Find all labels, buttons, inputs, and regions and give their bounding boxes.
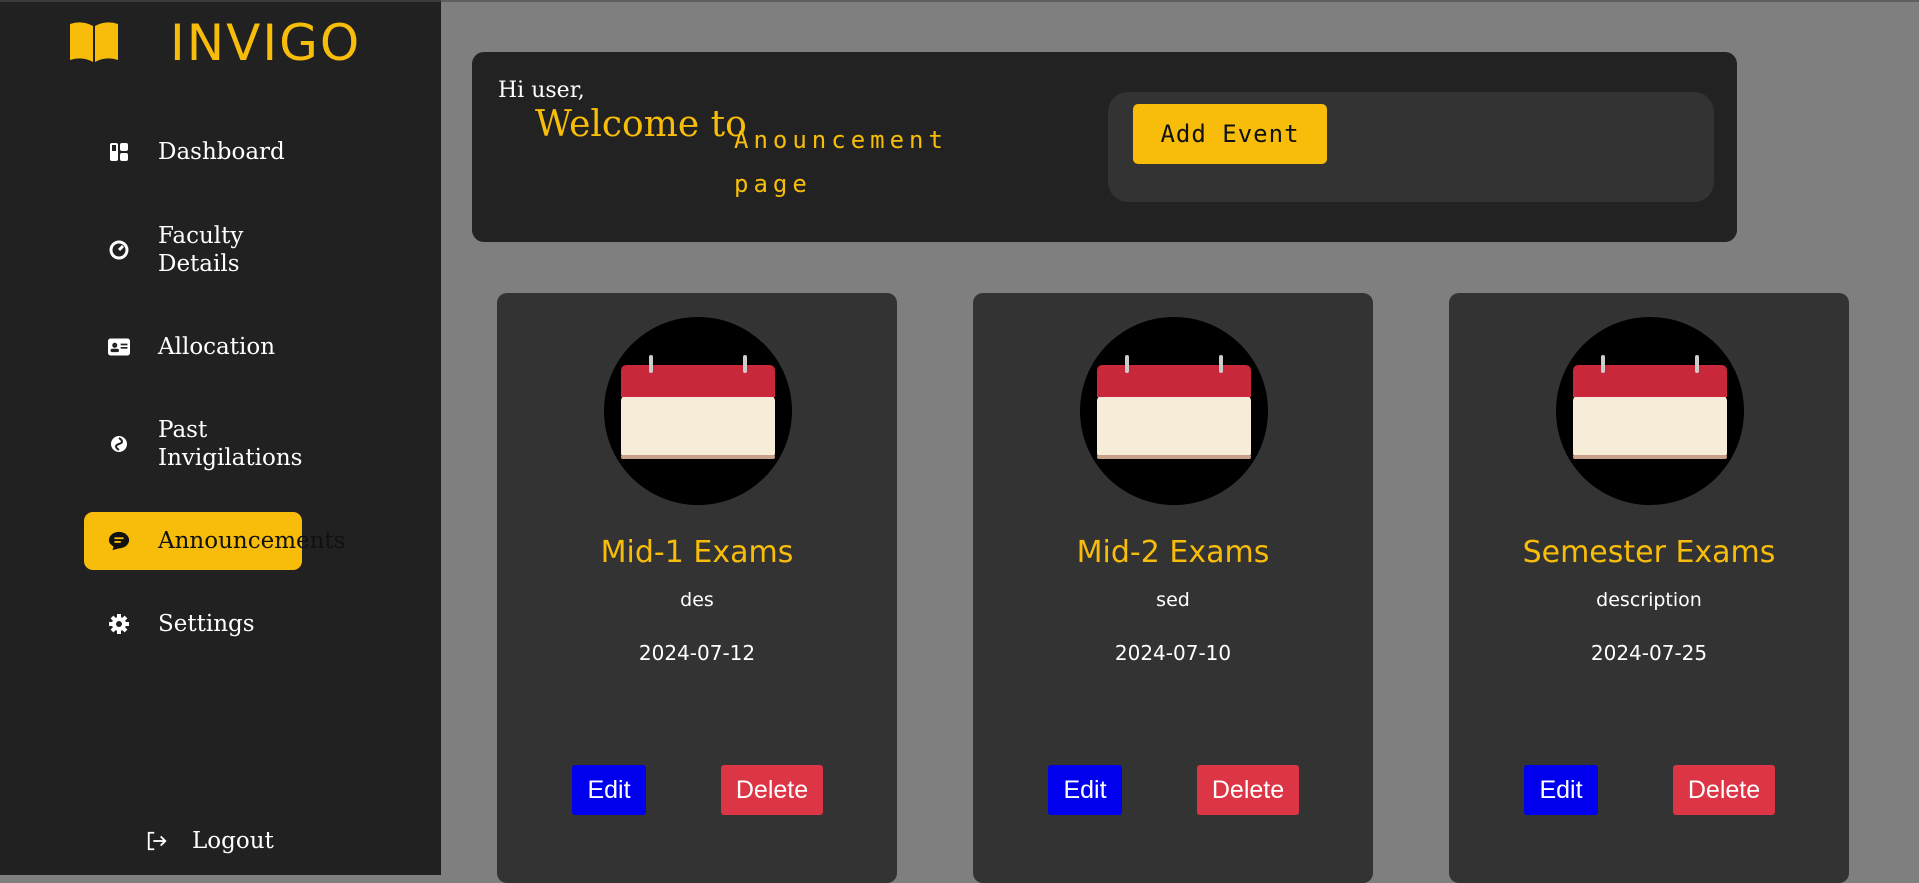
brand: INVIGO — [68, 12, 359, 72]
swirl-icon — [108, 433, 130, 455]
edit-button[interactable]: Edit — [1524, 765, 1598, 815]
event-title: Semester Exams — [1522, 535, 1776, 570]
event-date: 2024-07-10 — [1114, 641, 1232, 665]
greeting: Hi user, — [498, 78, 585, 103]
sidebar-item-label: Faculty Details — [158, 223, 244, 277]
sidebar-item-label: Announcements — [158, 528, 346, 554]
sidebar-item-label: Past Invigilations — [158, 417, 303, 471]
page-title: Anouncement page — [734, 126, 948, 198]
id-card-icon — [108, 336, 130, 358]
sidebar: INVIGO Dashboard Faculty Details Allocat… — [0, 0, 441, 875]
edit-button[interactable]: Edit — [572, 765, 646, 815]
delete-button[interactable]: Delete — [1673, 765, 1775, 815]
event-card: Semester Exams description 2024-07-25 Ed… — [1449, 293, 1849, 883]
add-event-button[interactable]: Add Event — [1133, 104, 1327, 164]
calendar-avatar — [1556, 317, 1744, 505]
sidebar-item-label: Settings — [158, 611, 255, 637]
dashboard-icon — [108, 141, 130, 163]
sidebar-item-label: Dashboard — [158, 139, 285, 165]
welcome-text: Welcome to — [535, 104, 747, 145]
event-title: Mid-2 Exams — [1076, 535, 1270, 570]
calendar-avatar — [1080, 317, 1268, 505]
calendar-avatar — [604, 317, 792, 505]
logout-label: Logout — [192, 828, 274, 854]
event-title: Mid-1 Exams — [600, 535, 794, 570]
calendar-icon — [1573, 355, 1727, 459]
event-description: description — [1596, 589, 1702, 611]
event-panel: Add Event — [1108, 92, 1714, 202]
sidebar-item-faculty-details[interactable]: Faculty Details — [84, 221, 302, 279]
app-name: INVIGO — [170, 14, 362, 72]
sidebar-item-announcements[interactable]: Announcements — [84, 512, 345, 570]
sidebar-item-allocation[interactable]: Allocation — [84, 318, 302, 376]
event-card: Mid-2 Exams sed 2024-07-10 Edit Delete — [973, 293, 1373, 883]
main-content: Hi user, Welcome to Anouncement page Add… — [441, 0, 1919, 883]
welcome-header: Hi user, Welcome to Anouncement page Add… — [472, 52, 1737, 242]
event-description: sed — [1156, 589, 1190, 611]
delete-button[interactable]: Delete — [1197, 765, 1299, 815]
sidebar-item-dashboard[interactable]: Dashboard — [84, 123, 302, 181]
sidebar-item-label: Allocation — [158, 334, 276, 360]
calendar-icon — [621, 355, 775, 459]
edit-button[interactable]: Edit — [1048, 765, 1122, 815]
delete-button[interactable]: Delete — [721, 765, 823, 815]
open-book-icon — [70, 22, 118, 62]
event-date: 2024-07-12 — [638, 641, 756, 665]
event-description: des — [680, 589, 714, 611]
sidebar-item-settings[interactable]: Settings — [84, 595, 302, 653]
logout-icon — [146, 830, 168, 852]
event-card: Mid-1 Exams des 2024-07-12 Edit Delete — [497, 293, 897, 883]
gauge-icon — [108, 239, 130, 261]
logout-button[interactable]: Logout — [146, 828, 274, 854]
calendar-icon — [1097, 355, 1251, 459]
sidebar-item-past-invigilations[interactable]: Past Invigilations — [84, 415, 302, 473]
event-date: 2024-07-25 — [1590, 641, 1708, 665]
chat-icon — [108, 530, 130, 552]
gear-icon — [108, 613, 130, 635]
